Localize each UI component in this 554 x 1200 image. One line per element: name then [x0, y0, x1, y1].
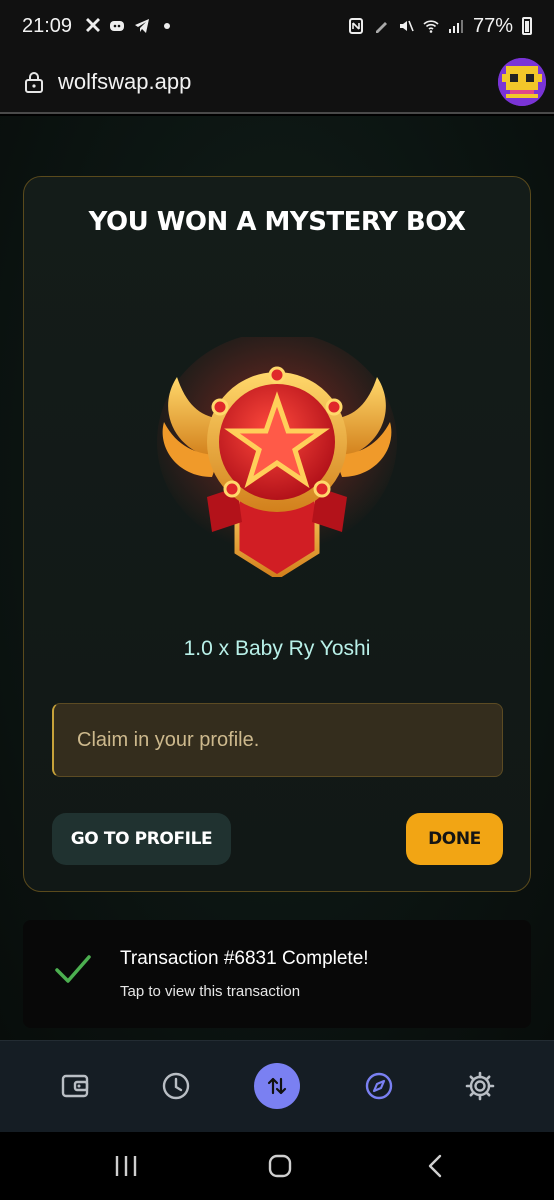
done-button[interactable]: DONE	[406, 813, 503, 865]
nav-wallet[interactable]	[57, 1068, 93, 1104]
app-notification-icon	[86, 18, 101, 32]
go-to-profile-button[interactable]: GO TO PROFILE	[52, 813, 231, 865]
profile-avatar[interactable]	[498, 58, 546, 106]
mute-icon	[399, 20, 414, 32]
claim-message-text: Claim in your profile.	[77, 728, 260, 751]
browser-url-bar[interactable]: wolfswap.app	[0, 52, 554, 114]
swap-icon	[267, 1077, 287, 1095]
star-medal-icon	[157, 337, 397, 577]
system-icons: 77%	[348, 15, 532, 38]
discord-icon	[110, 21, 125, 31]
battery-icon	[522, 17, 532, 35]
wifi-icon	[423, 20, 439, 33]
battery-percent: 77%	[472, 14, 513, 37]
notification-icons	[84, 18, 175, 34]
recent-apps-icon[interactable]	[112, 1152, 140, 1180]
nav-settings[interactable]	[462, 1068, 498, 1104]
home-icon[interactable]	[266, 1152, 294, 1180]
back-icon[interactable]	[422, 1152, 450, 1180]
history-icon	[162, 1072, 190, 1100]
pixel-avatar-icon	[498, 58, 546, 106]
toast-title: Transaction #6831 Complete!	[120, 948, 369, 969]
wallet-icon	[61, 1074, 89, 1098]
bottom-navigation	[0, 1040, 554, 1132]
url-text[interactable]: wolfswap.app	[58, 69, 191, 95]
settings-icon	[465, 1071, 495, 1101]
nav-history[interactable]	[158, 1068, 194, 1104]
checkmark-icon	[55, 955, 91, 983]
status-time: 21:09	[22, 14, 73, 37]
mystery-box-modal: YOU WON A MYSTERY BOX 1.0 x Baby Ry Yosh…	[23, 176, 531, 892]
modal-title: YOU WON A MYSTERY BOX	[88, 207, 466, 237]
toast-subtitle: Tap to view this transaction	[120, 983, 301, 1000]
lock-icon	[25, 72, 43, 93]
pen-icon	[375, 22, 387, 33]
system-navigation-bar	[0, 1132, 554, 1200]
transaction-toast[interactable]: Transaction #6831 Complete! Tap to view …	[23, 920, 531, 1028]
nav-swap[interactable]	[254, 1063, 300, 1109]
nav-explore[interactable]	[361, 1068, 397, 1104]
nfc-icon	[348, 18, 363, 34]
signal-icon	[448, 20, 463, 33]
dot-icon	[164, 23, 171, 29]
status-bar: 21:09 77%	[0, 0, 554, 52]
compass-icon	[365, 1072, 393, 1100]
prize-text: 1.0 x Baby Ry Yoshi	[183, 637, 371, 660]
claim-message: Claim in your profile.	[52, 703, 503, 777]
telegram-icon	[135, 19, 150, 33]
